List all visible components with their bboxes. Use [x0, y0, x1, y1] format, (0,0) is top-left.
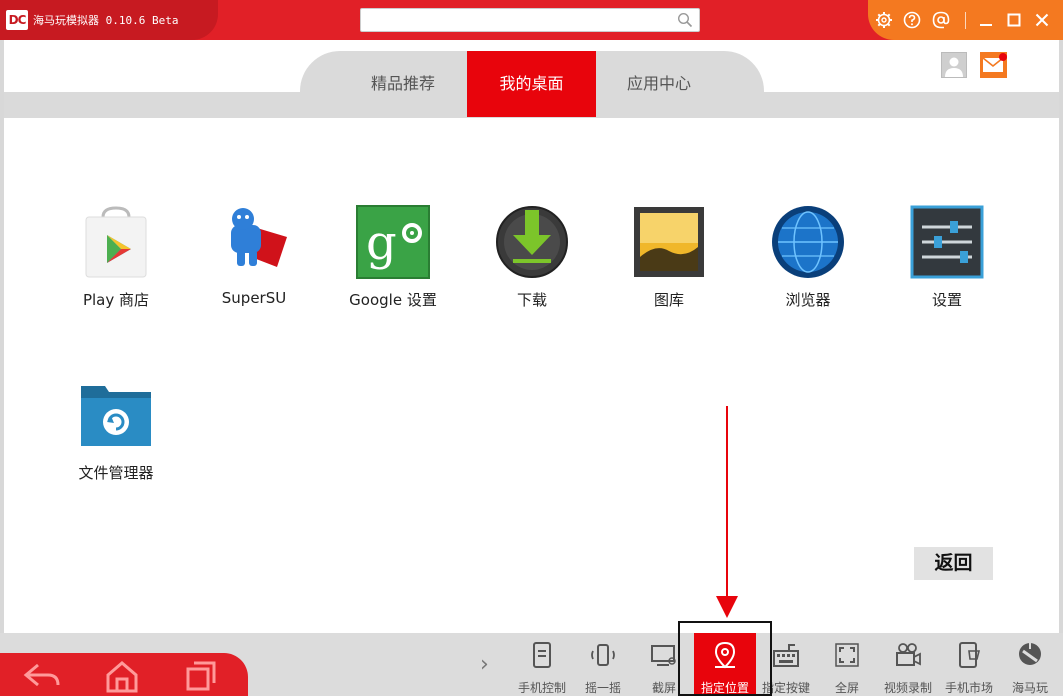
recent-apps-icon[interactable]	[182, 657, 222, 693]
app-label: 浏览器	[785, 291, 831, 309]
app-label: Google 设置	[349, 291, 437, 309]
back-arrow-icon[interactable]	[22, 657, 62, 693]
browser-globe-icon	[772, 206, 844, 278]
close-icon[interactable]	[1032, 10, 1052, 30]
tool-phone-market[interactable]: 手机市场	[938, 633, 1000, 696]
search-input[interactable]	[361, 9, 661, 31]
maximize-icon[interactable]	[1004, 10, 1024, 30]
app-google-settings[interactable]: g Google 设置	[328, 205, 458, 325]
title-bar: DC 海马玩模拟器 0.10.6 Beta	[0, 0, 1063, 40]
tab-header: 精品推荐 我的桌面 应用中心	[4, 40, 1059, 118]
video-record-icon	[896, 643, 921, 666]
haimawan-icon	[1019, 643, 1041, 665]
tool-phone-control[interactable]: 手机控制	[511, 633, 573, 696]
phone-control-icon	[533, 642, 551, 668]
app-logo-icon: DC	[6, 10, 28, 30]
tab-my-desktop[interactable]: 我的桌面	[467, 51, 596, 117]
tool-fullscreen[interactable]: 全屏	[816, 633, 878, 696]
gear-icon[interactable]	[874, 10, 894, 30]
app-browser[interactable]: 浏览器	[743, 205, 873, 325]
settings-sliders-icon	[910, 205, 984, 279]
download-icon	[496, 206, 568, 278]
app-play-store[interactable]: Play 商店	[51, 205, 181, 325]
gallery-icon	[634, 207, 704, 277]
location-pin-icon	[714, 641, 736, 669]
home-icon[interactable]	[102, 657, 142, 693]
tab-app-center[interactable]: 应用中心	[604, 51, 714, 117]
back-button[interactable]: 返回	[914, 547, 993, 580]
help-icon[interactable]	[902, 10, 922, 30]
tool-shake[interactable]: 摇一摇	[572, 633, 634, 696]
phone-market-icon	[959, 642, 981, 668]
screenshot-icon	[651, 645, 676, 666]
title-bar-divider	[965, 12, 966, 29]
app-label: 下载	[516, 291, 547, 309]
tool-haimawan[interactable]: 海马玩	[999, 633, 1061, 696]
app-label: 设置	[931, 291, 962, 309]
app-file-manager[interactable]: 文件管理器	[51, 378, 181, 498]
shake-icon	[591, 644, 615, 666]
keyboard-icon	[773, 644, 799, 667]
tool-label: 海马玩	[1011, 681, 1048, 695]
tool-key-mapping[interactable]: 指定按键	[755, 633, 817, 696]
app-downloads[interactable]: 下载	[467, 205, 597, 325]
at-icon[interactable]	[931, 10, 951, 30]
app-label: Play 商店	[82, 291, 150, 309]
search-box[interactable]	[360, 8, 700, 32]
title-bar-left-panel: DC 海马玩模拟器 0.10.6 Beta	[0, 0, 218, 40]
app-supersu[interactable]: SuperSU	[189, 205, 319, 325]
user-avatar-icon[interactable]	[941, 52, 967, 78]
search-icon[interactable]	[677, 12, 693, 28]
app-title: 海马玩模拟器 0.10.6 Beta	[33, 14, 179, 27]
fullscreen-icon	[835, 643, 859, 667]
emulator-screen: 精品推荐 我的桌面 应用中心 Play 商店 SuperSU g Google …	[4, 40, 1059, 633]
app-label: SuperSU	[221, 289, 287, 307]
app-settings[interactable]: 设置	[882, 205, 1012, 325]
annotation-arrow-head	[716, 596, 738, 618]
google-settings-icon: g	[356, 205, 430, 279]
annotation-arrow-line	[726, 406, 728, 601]
file-manager-icon	[81, 386, 151, 446]
svg-text:g: g	[366, 215, 397, 271]
supersu-icon	[231, 208, 287, 267]
tool-screenshot[interactable]: 截屏	[633, 633, 695, 696]
app-label: 文件管理器	[78, 464, 154, 482]
play-store-icon	[85, 206, 147, 278]
mail-icon[interactable]	[980, 52, 1007, 78]
minimize-icon[interactable]	[976, 10, 996, 30]
tool-set-location[interactable]: 指定位置	[694, 633, 756, 696]
tool-video-record[interactable]: 视频录制	[877, 633, 939, 696]
app-label: 图库	[653, 291, 684, 309]
chevron-right-icon[interactable]: ›	[480, 652, 489, 677]
tab-featured[interactable]: 精品推荐	[348, 51, 458, 117]
app-gallery[interactable]: 图库	[604, 205, 734, 325]
